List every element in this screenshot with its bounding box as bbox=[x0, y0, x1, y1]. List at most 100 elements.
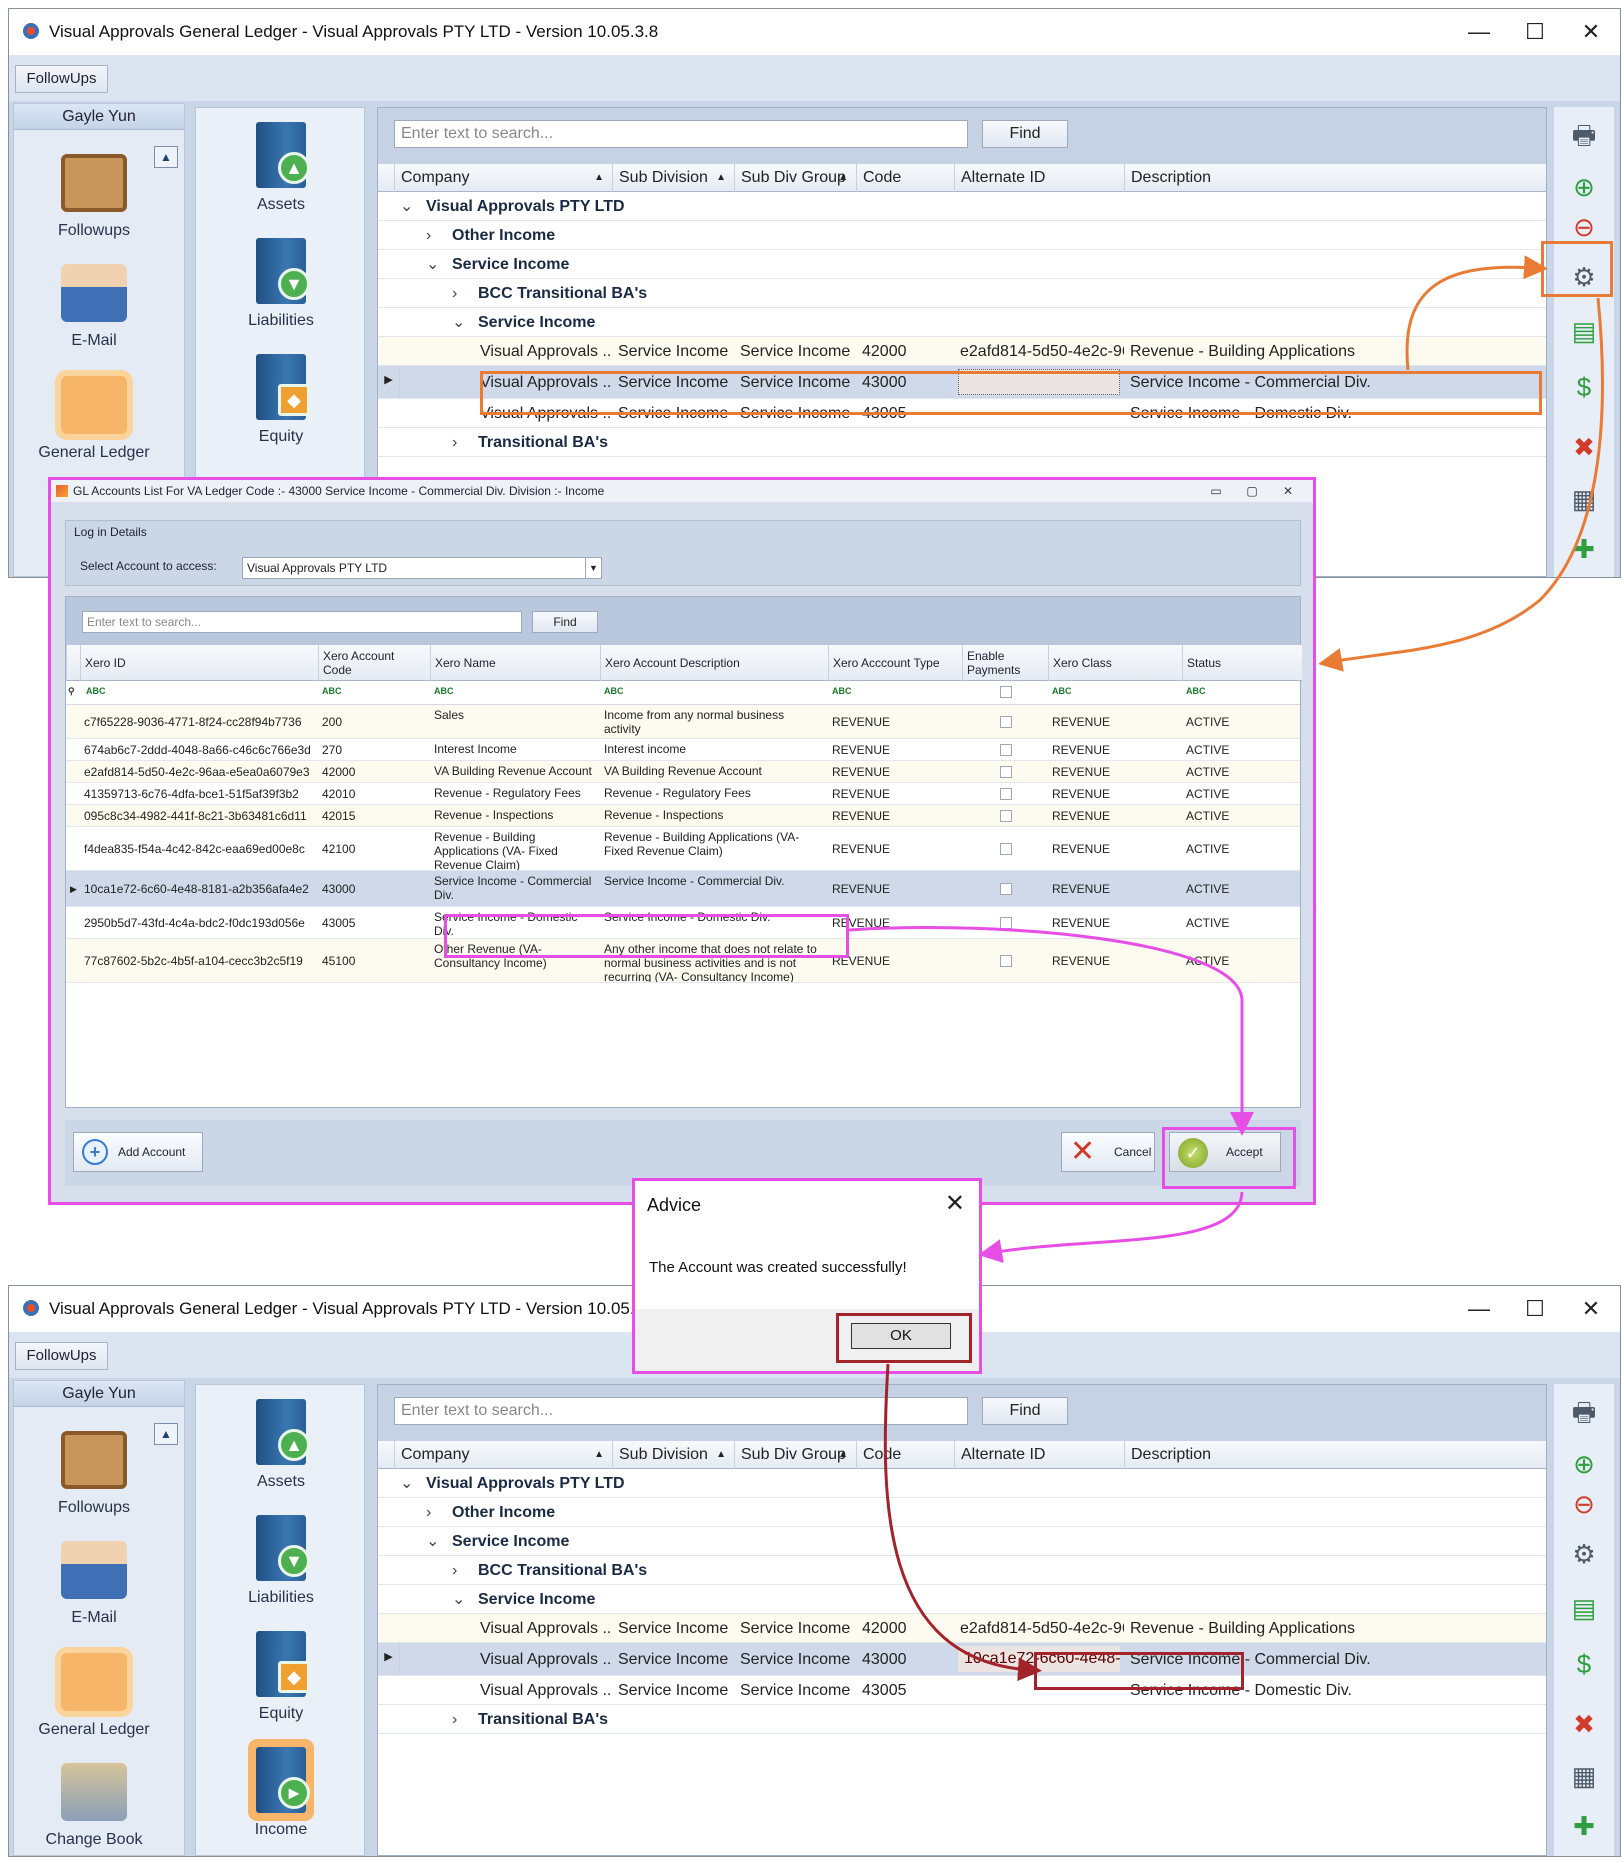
table-row-selected[interactable]: ▶ Visual Approvals ... Service Income Se… bbox=[378, 1643, 1546, 1676]
close-button[interactable]: ✕ bbox=[1568, 1292, 1614, 1326]
zoom-out-icon[interactable]: ⊖ bbox=[1566, 209, 1602, 245]
category-assets[interactable]: ▲ Assets bbox=[196, 1399, 366, 1491]
enable-payments-checkbox[interactable] bbox=[1000, 743, 1012, 756]
category-liabilities[interactable]: ▼ Liabilities bbox=[196, 1515, 366, 1607]
xero-row[interactable]: f4dea835-f54a-4c42-842c-eaa69ed00e8c 4210… bbox=[66, 827, 1300, 871]
nav-followups[interactable]: Followups bbox=[14, 1431, 174, 1517]
nav-followups[interactable]: Followups bbox=[14, 154, 174, 240]
dollar-info-icon[interactable]: $ bbox=[1566, 369, 1602, 405]
col-sub-div-group[interactable]: Sub Div Group ▲ bbox=[734, 1441, 856, 1469]
maximize-button[interactable]: ☐ bbox=[1512, 1292, 1558, 1326]
enable-payments-checkbox[interactable] bbox=[1000, 809, 1012, 822]
group-row-other-income[interactable]: › Other Income bbox=[378, 221, 1546, 250]
find-button[interactable]: Find bbox=[982, 120, 1068, 148]
gear-icon[interactable]: ⚙ bbox=[1566, 1536, 1602, 1572]
chevron-down-icon[interactable]: ▼ bbox=[585, 558, 601, 578]
group-row-other-income[interactable]: › Other Income bbox=[378, 1498, 1546, 1527]
dialog-search-input[interactable]: Enter text to search... bbox=[82, 611, 522, 633]
followups-button[interactable]: FollowUps bbox=[15, 65, 108, 93]
col-alternate-id[interactable]: Alternate ID bbox=[954, 1441, 1124, 1469]
printer-icon[interactable]: 🖶 bbox=[1566, 1394, 1602, 1430]
enable-payments-checkbox[interactable] bbox=[1000, 765, 1012, 778]
zoom-in-icon[interactable]: ⊕ bbox=[1566, 1446, 1602, 1482]
group-row-service-income-sub[interactable]: ⌄ Service Income bbox=[378, 1585, 1546, 1614]
group-row-service-income[interactable]: ⌄ Service Income bbox=[378, 250, 1546, 279]
col-description[interactable]: Description bbox=[1124, 164, 1548, 192]
category-income[interactable]: ► Income bbox=[196, 1747, 366, 1839]
enable-payments-checkbox[interactable] bbox=[1000, 916, 1012, 929]
search-input[interactable]: Enter text to search... bbox=[394, 120, 968, 148]
col-company[interactable]: Company ▲ bbox=[394, 1441, 612, 1469]
search-input[interactable]: Enter text to search... bbox=[394, 1397, 968, 1425]
nav-change-book[interactable]: Change Book bbox=[14, 1763, 174, 1849]
add-map-icon[interactable]: ✚ bbox=[1566, 531, 1602, 567]
col-enable-payments[interactable]: Enable Payments bbox=[962, 645, 1048, 681]
table-row[interactable]: Visual Approvals ... Service Income Serv… bbox=[378, 1676, 1546, 1705]
col-sub-division[interactable]: Sub Division ▲ bbox=[612, 164, 734, 192]
group-row-transitional[interactable]: › Transitional BA's bbox=[378, 428, 1546, 457]
enable-payments-checkbox[interactable] bbox=[1000, 954, 1012, 967]
col-alternate-id[interactable]: Alternate ID bbox=[954, 164, 1124, 192]
add-document-icon[interactable]: ▤ bbox=[1566, 313, 1602, 349]
col-xero-account-description[interactable]: Xero Account Description bbox=[600, 645, 828, 681]
table-row[interactable]: Visual Approvals ... Service Income Serv… bbox=[378, 337, 1546, 366]
dialog-maximize-icon[interactable]: ▢ bbox=[1239, 480, 1265, 502]
group-row-service-income-sub[interactable]: ⌄ Service Income bbox=[378, 308, 1546, 337]
map-icon[interactable]: ▦ bbox=[1566, 481, 1602, 517]
maximize-button[interactable]: ☐ bbox=[1512, 15, 1558, 49]
category-equity[interactable]: ◆ Equity bbox=[196, 354, 366, 446]
filter-row[interactable]: ⚲ ABC ABC ABC ABC ABC ABC ABC bbox=[66, 681, 1300, 705]
col-xero-class[interactable]: Xero Class bbox=[1048, 645, 1182, 681]
col-code[interactable]: Code bbox=[856, 1441, 954, 1469]
nav-email[interactable]: E-Mail bbox=[14, 264, 174, 350]
col-xero-account-code[interactable]: Xero Account Code bbox=[318, 645, 430, 681]
cancel-button[interactable]: ✕ Cancel bbox=[1061, 1132, 1155, 1172]
xero-row[interactable]: 41359713-6c76-4dfa-bce1-51f5af39f3b2 4201… bbox=[66, 783, 1300, 805]
col-company[interactable]: Company ▲ bbox=[394, 164, 612, 192]
xero-row[interactable]: c7f65228-9036-4771-8f24-cc28f94b7736 200 S… bbox=[66, 705, 1300, 739]
nav-general-ledger[interactable]: General Ledger bbox=[14, 1653, 174, 1739]
xero-row[interactable]: e2afd814-5d50-4e2c-96aa-e5ea0a6079e3 4200… bbox=[66, 761, 1300, 783]
col-code[interactable]: Code bbox=[856, 164, 954, 192]
col-xero-account-type[interactable]: Xero Acccount Type bbox=[828, 645, 962, 681]
advice-close-icon[interactable]: ✕ bbox=[945, 1189, 965, 1218]
map-icon[interactable]: ▦ bbox=[1566, 1758, 1602, 1794]
add-map-icon[interactable]: ✚ bbox=[1566, 1808, 1602, 1844]
group-row-service-income[interactable]: ⌄ Service Income bbox=[378, 1527, 1546, 1556]
account-select[interactable]: Visual Approvals PTY LTD ▼ bbox=[242, 557, 602, 579]
xero-row[interactable]: ▶ 10ca1e72-6c60-4e48-8181-a2b356afa4e2 430… bbox=[66, 871, 1300, 907]
nav-email[interactable]: E-Mail bbox=[14, 1541, 174, 1627]
col-xero-name[interactable]: Xero Name bbox=[430, 645, 600, 681]
table-row[interactable]: Visual Approvals ... Service Income Serv… bbox=[378, 1614, 1546, 1643]
add-account-button[interactable]: + Add Account bbox=[73, 1132, 203, 1172]
followups-button[interactable]: FollowUps bbox=[15, 1342, 108, 1370]
category-assets[interactable]: ▲ Assets bbox=[196, 122, 366, 214]
filter-checkbox[interactable] bbox=[1000, 686, 1012, 698]
col-status[interactable]: Status bbox=[1182, 645, 1302, 681]
col-sub-div-group[interactable]: Sub Div Group ▲ bbox=[734, 164, 856, 192]
dialog-find-button[interactable]: Find bbox=[532, 611, 598, 633]
xero-row[interactable]: 095c8c34-4982-441f-8c21-3b63481c6d11 4201… bbox=[66, 805, 1300, 827]
find-button[interactable]: Find bbox=[982, 1397, 1068, 1425]
enable-payments-checkbox[interactable] bbox=[1000, 882, 1012, 895]
close-button[interactable]: ✕ bbox=[1568, 15, 1614, 49]
nav-general-ledger[interactable]: General Ledger bbox=[14, 376, 174, 462]
col-description[interactable]: Description bbox=[1124, 1441, 1548, 1469]
group-row-transitional[interactable]: › Transitional BA's bbox=[378, 1705, 1546, 1734]
enable-payments-checkbox[interactable] bbox=[1000, 715, 1012, 728]
enable-payments-checkbox[interactable] bbox=[1000, 787, 1012, 800]
category-liabilities[interactable]: ▼ Liabilities bbox=[196, 238, 366, 330]
zoom-out-icon[interactable]: ⊖ bbox=[1566, 1486, 1602, 1522]
minimize-button[interactable]: — bbox=[1456, 15, 1502, 49]
dialog-close-icon[interactable]: ✕ bbox=[1275, 480, 1301, 502]
enable-payments-checkbox[interactable] bbox=[1000, 842, 1012, 855]
dialog-minimize-icon[interactable]: ▭ bbox=[1203, 480, 1229, 502]
xero-row[interactable]: 674ab6c7-2ddd-4048-8a66-c46c6c766e3d 270 I… bbox=[66, 739, 1300, 761]
delete-map-icon[interactable]: ✖ bbox=[1566, 429, 1602, 465]
col-xero-id[interactable]: Xero ID bbox=[80, 645, 318, 681]
group-row-bcc[interactable]: › BCC Transitional BA's bbox=[378, 279, 1546, 308]
add-document-icon[interactable]: ▤ bbox=[1566, 1590, 1602, 1626]
group-row-bcc[interactable]: › BCC Transitional BA's bbox=[378, 1556, 1546, 1585]
dollar-info-icon[interactable]: $ bbox=[1566, 1646, 1602, 1682]
zoom-in-icon[interactable]: ⊕ bbox=[1566, 169, 1602, 205]
